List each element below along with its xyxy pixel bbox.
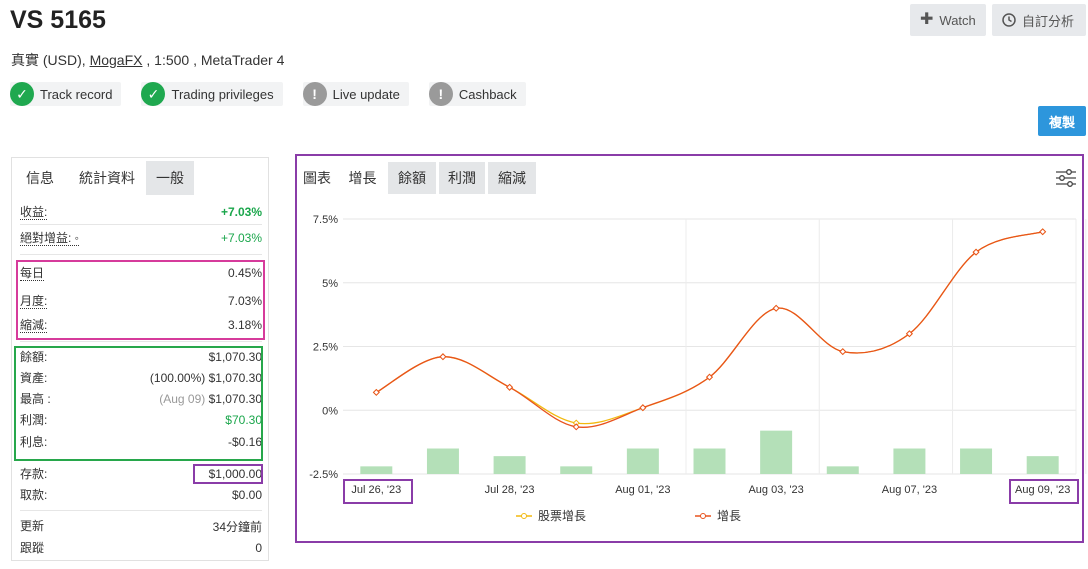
bar [826,466,859,474]
legend-item-equity-growth[interactable]: 股票增長 [516,507,586,524]
data-point [372,388,380,396]
series-line [376,231,1043,428]
bar [960,448,993,474]
y-tick-label: 5% [322,278,338,290]
bar [893,448,926,474]
bar [693,448,726,474]
bar [560,466,593,474]
data-point [839,348,847,356]
growth-chart: 7.5%5%2.5%0%-2.5%Jul 26, '23 Jul 28, '23 A… [309,214,1087,496]
legend-label: 股票增長 [538,509,587,523]
highlight-box-start-date [343,479,413,504]
legend-item-growth[interactable]: 增長 [695,507,741,524]
x-tick-label: Jul 28, '23 [485,484,535,496]
series-line [376,231,1043,425]
legend-label: 增長 [717,509,742,523]
data-point [1039,228,1047,236]
data-point [772,304,780,312]
data-point [506,383,514,391]
bar [1026,456,1059,474]
y-tick-label: 2.5% [313,342,338,354]
data-point [439,353,447,361]
x-tick-label: Aug 01, '23 [615,484,670,496]
highlight-box-end-date [1009,479,1079,504]
data-point [639,404,647,412]
bar [493,456,526,474]
data-point [572,423,580,431]
x-tick-label: Aug 03, '23 [748,484,803,496]
x-tick-label: Aug 07, '23 [882,484,937,496]
y-tick-label: 0% [322,405,338,417]
legend-line-icon [695,512,711,519]
y-tick-label: 7.5% [313,214,338,226]
legend-line-icon [516,512,532,519]
y-tick-label: -2.5% [309,469,338,481]
bar [360,466,393,474]
bar [760,430,793,474]
bar [426,448,459,474]
bar [626,448,659,474]
